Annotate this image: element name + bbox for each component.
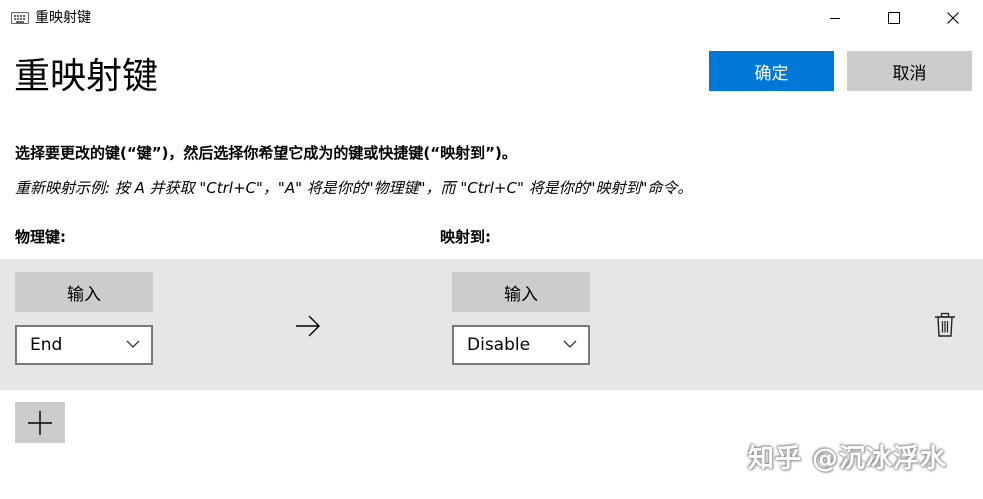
page-title: 重映射键 (14, 56, 159, 97)
physical-type-button[interactable]: 输入 (15, 272, 153, 312)
ok-button[interactable]: 确定 (709, 51, 834, 91)
mapped-type-button[interactable]: 输入 (452, 272, 590, 312)
arrow-right-icon (296, 315, 320, 337)
physical-key-label: 物理键: (15, 228, 66, 246)
example-text: 重新映射示例: 按 A 并获取 "Ctrl+C"，"A" 将是你的"物理键"，而… (15, 179, 693, 197)
physical-key-select[interactable]: End (15, 325, 153, 365)
mapped-to-label: 映射到: (440, 228, 491, 246)
minimize-icon (830, 18, 840, 19)
maximize-icon (888, 12, 900, 24)
chevron-down-icon (563, 340, 577, 348)
trash-icon[interactable] (934, 312, 956, 338)
minimize-button[interactable] (812, 0, 858, 36)
instruction-text: 选择要更改的键(“键”)，然后选择你希望它成为的键或快捷键(“映射到”)。 (15, 144, 517, 162)
keyboard-icon (11, 12, 29, 24)
close-button[interactable] (930, 0, 976, 36)
close-icon (947, 12, 959, 24)
window-title: 重映射键 (35, 10, 91, 26)
plus-icon (28, 410, 52, 435)
physical-key-value: End (30, 335, 63, 355)
mapped-key-value: Disable (467, 335, 531, 355)
add-mapping-button[interactable] (15, 402, 65, 443)
chevron-down-icon (126, 340, 140, 348)
mapped-key-select[interactable]: Disable (452, 325, 590, 365)
title-bar: 重映射键 (0, 0, 983, 36)
maximize-button[interactable] (871, 0, 917, 36)
watermark: 知乎 @沉冰浮水 (748, 444, 948, 474)
cancel-button[interactable]: 取消 (847, 51, 972, 91)
